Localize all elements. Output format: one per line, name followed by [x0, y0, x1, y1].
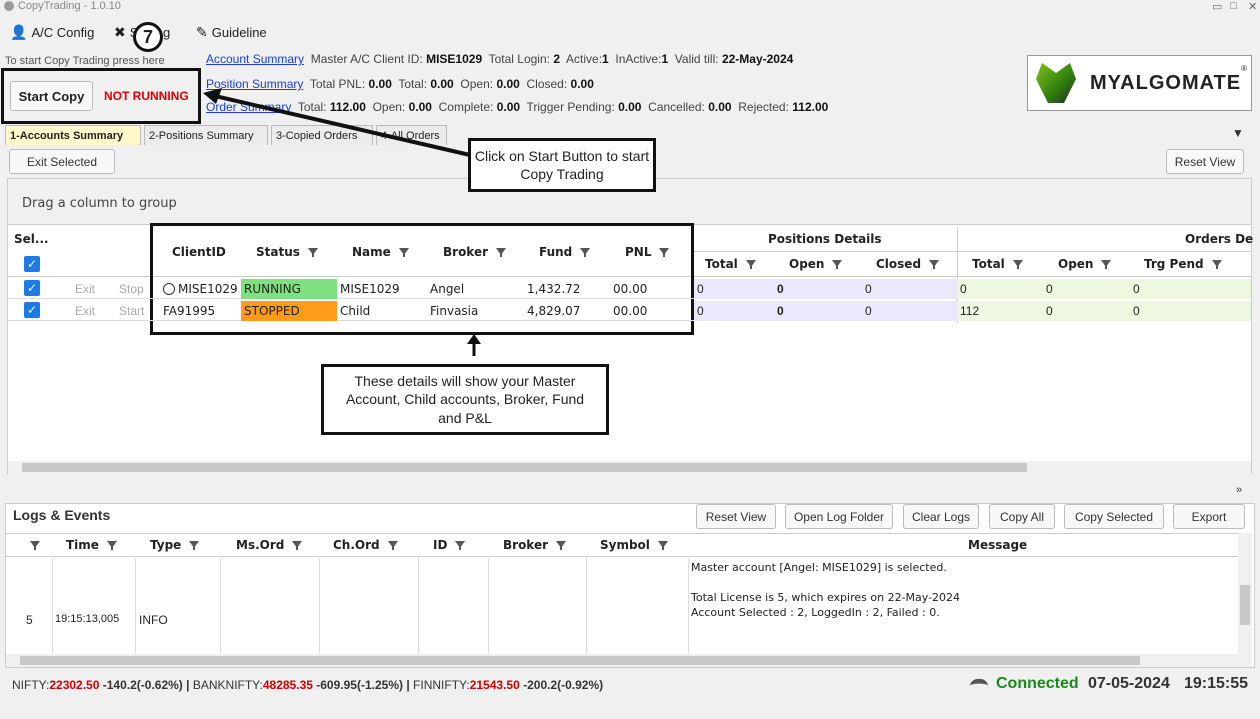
banknifty-change: -609.95(-1.25%) [316, 678, 403, 692]
filter-icon[interactable] [106, 540, 117, 551]
log-message-line: Account Selected : 2, LoggedIn : 2, Fail… [691, 606, 940, 619]
filter-icon[interactable] [30, 540, 40, 551]
log-col-symbol[interactable]: Symbol [600, 538, 668, 552]
log-col-msord[interactable]: Ms.Ord [236, 538, 303, 552]
filter-icon[interactable] [455, 540, 466, 551]
log-col-time[interactable]: Time [66, 538, 117, 552]
nifty-label: NIFTY: [12, 678, 50, 692]
scrollbar-thumb[interactable] [1240, 585, 1250, 625]
banknifty-value: 48285.35 [262, 678, 313, 692]
log-col-num[interactable] [30, 538, 40, 552]
log-col-symbol-label: Symbol [600, 538, 650, 552]
filter-icon[interactable] [189, 540, 200, 551]
arrow-line [214, 94, 471, 157]
filter-icon[interactable] [292, 540, 303, 551]
log-num: 5 [26, 613, 33, 627]
log-col-type[interactable]: Type [150, 538, 200, 552]
wifi-icon [970, 678, 988, 693]
up-arrow-head [467, 334, 481, 344]
details-callout: These details will show your Master Acco… [321, 364, 609, 435]
filter-icon[interactable] [387, 540, 398, 551]
status-date: 07-05-2024 [1088, 675, 1170, 692]
log-col-type-label: Type [150, 538, 182, 552]
log-col-broker-label: Broker [503, 538, 549, 552]
log-type: INFO [139, 613, 168, 627]
logs-reset-view-button[interactable]: Reset View [696, 504, 776, 529]
finnifty-value: 21543.50 [469, 678, 520, 692]
log-time: 19:15:13,005 [55, 613, 120, 625]
nifty-value: 22302.50 [49, 678, 100, 692]
clear-logs-button[interactable]: Clear Logs [903, 504, 979, 529]
export-button[interactable]: Export [1173, 504, 1245, 529]
log-col-msord-label: Ms.Ord [236, 538, 285, 552]
log-col-chord[interactable]: Ch.Ord [333, 538, 398, 552]
logs-hscrollbar[interactable] [6, 654, 1252, 667]
collapse-icon[interactable]: » [1236, 484, 1242, 496]
log-col-broker[interactable]: Broker [503, 538, 567, 552]
filter-icon[interactable] [657, 540, 668, 551]
finnifty-change: -200.2(-0.92%) [523, 678, 604, 692]
market-ticker: NIFTY:22302.50 -140.2(-0.62%) | BANKNIFT… [12, 678, 604, 692]
log-row[interactable]: 5 19:15:13,005 INFO Master account [Ange… [6, 558, 1238, 654]
log-col-message[interactable]: Message [968, 538, 1027, 552]
finnifty-label: FINNIFTY: [413, 678, 470, 692]
banknifty-label: BANKNIFTY: [192, 678, 263, 692]
start-callout: Click on Start Button to start Copy Trad… [468, 138, 656, 192]
copy-selected-button[interactable]: Copy Selected [1064, 504, 1164, 529]
scrollbar-thumb[interactable] [20, 656, 1140, 665]
logs-vscrollbar[interactable] [1238, 533, 1252, 654]
log-message-line [691, 575, 960, 590]
logs-title: Logs & Events [13, 507, 111, 523]
log-message: Master account [Angel: MISE1029] is sele… [691, 560, 960, 620]
copy-all-button[interactable]: Copy All [989, 504, 1055, 529]
open-log-folder-button[interactable]: Open Log Folder [785, 504, 893, 529]
log-col-id-label: ID [433, 538, 448, 552]
status-time: 19:15:55 [1184, 675, 1249, 692]
connection-status: Connected [996, 675, 1079, 692]
status-bar: NIFTY:22302.50 -140.2(-0.62%) | BANKNIFT… [0, 672, 1260, 700]
log-col-time-label: Time [66, 538, 99, 552]
nifty-change: -140.2(-0.62%) [102, 678, 183, 692]
log-message-line: Total License is 5, which expires on 22-… [691, 591, 961, 604]
filter-icon[interactable] [556, 540, 567, 551]
log-message-line: Master account [Angel: MISE1029] is sele… [691, 561, 947, 574]
log-col-id[interactable]: ID [433, 538, 466, 552]
log-col-chord-label: Ch.Ord [333, 538, 380, 552]
